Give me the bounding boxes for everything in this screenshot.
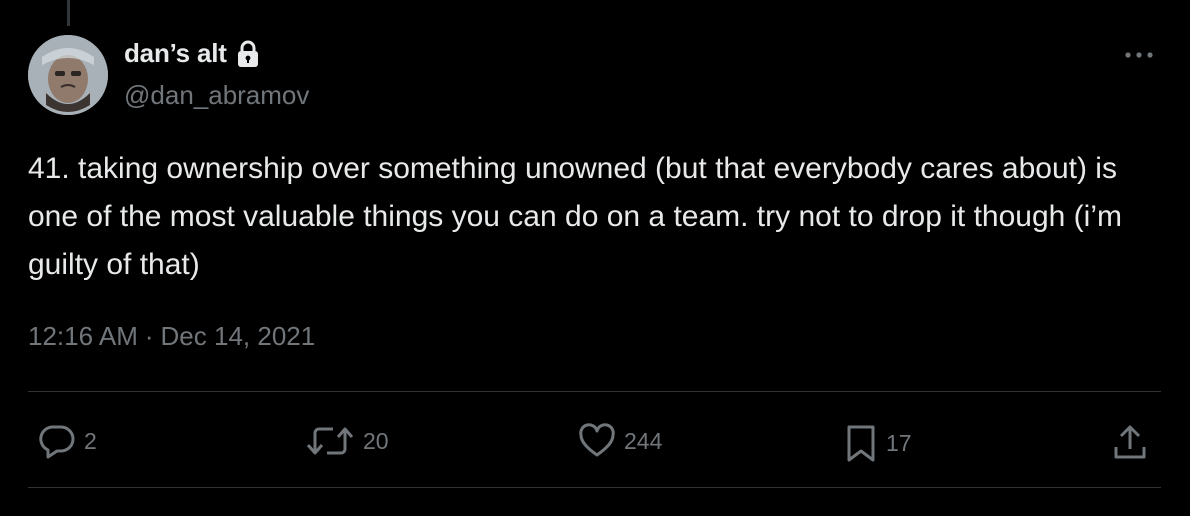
thread-connector-line (67, 0, 70, 26)
author-name-row: dan’s alt (124, 38, 260, 69)
share-button[interactable] (1112, 423, 1148, 463)
retweet-icon (306, 427, 354, 455)
bookmark-count: 17 (886, 429, 912, 456)
tweet-date: Dec 14, 2021 (160, 321, 316, 351)
retweet-count: 20 (363, 427, 389, 454)
tweet-text: 41. taking ownership over something unow… (28, 152, 1131, 281)
display-name[interactable]: dan’s alt (124, 38, 227, 69)
bookmark-button[interactable]: 17 (844, 423, 912, 463)
tweet-action-bar: 2 20 244 17 (0, 415, 1190, 469)
bookmark-icon (847, 425, 875, 462)
retweet-button[interactable]: 20 (305, 423, 389, 459)
heart-icon (579, 423, 615, 457)
divider-top (28, 391, 1161, 392)
more-options-button[interactable] (1122, 40, 1156, 70)
like-count: 244 (624, 427, 663, 454)
lock-icon (236, 40, 260, 68)
reply-icon (39, 425, 75, 459)
divider-bottom (28, 487, 1161, 488)
share-icon (1114, 425, 1146, 459)
tweet-timestamp[interactable]: 12:16 AM · Dec 14, 2021 (28, 321, 315, 352)
more-icon (1125, 52, 1153, 58)
timestamp-separator: · (144, 321, 154, 351)
reply-button[interactable]: 2 (38, 423, 97, 459)
like-button[interactable]: 244 (578, 423, 662, 459)
author-handle[interactable]: @dan_abramov (124, 80, 309, 111)
tweet-time: 12:16 AM (28, 321, 138, 351)
avatar[interactable] (28, 35, 108, 115)
reply-count: 2 (84, 427, 97, 454)
avatar-image (28, 35, 108, 115)
